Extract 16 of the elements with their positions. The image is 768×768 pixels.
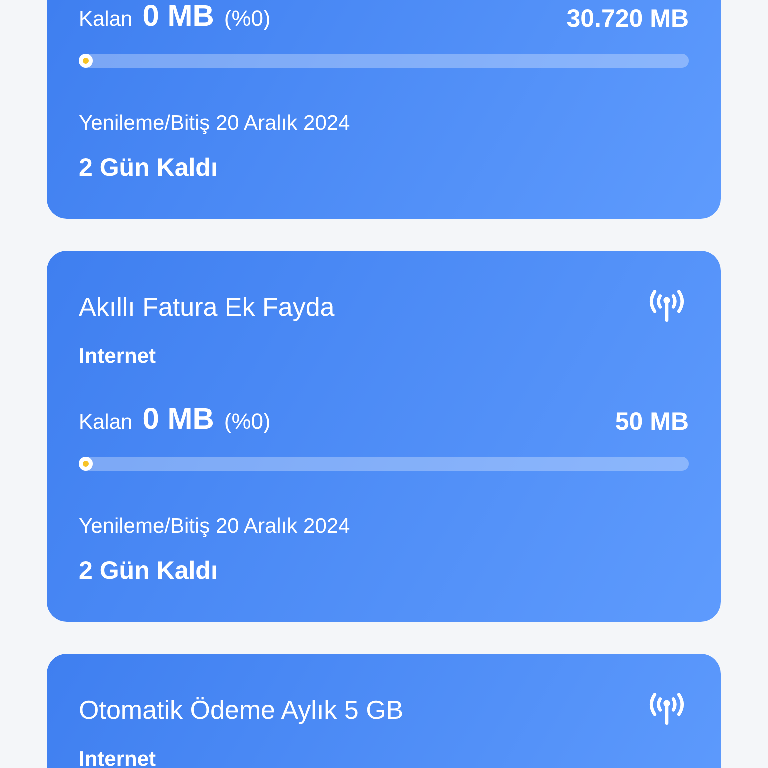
remaining-label: Kalan bbox=[79, 8, 133, 32]
package-type: Internet bbox=[79, 345, 156, 369]
remaining-percent: (%0) bbox=[224, 6, 271, 32]
remaining-percent: (%0) bbox=[224, 409, 271, 435]
package-type: Internet bbox=[79, 748, 156, 768]
days-left: 2 Gün Kaldı bbox=[79, 557, 218, 586]
remaining-label: Kalan bbox=[79, 411, 133, 435]
days-left: 2 Gün Kaldı bbox=[79, 154, 218, 183]
renewal-date: Yenileme/Bitiş 20 Aralık 2024 bbox=[79, 112, 350, 136]
total-amount: 50 MB bbox=[615, 408, 689, 437]
renewal-date: Yenileme/Bitiş 20 Aralık 2024 bbox=[79, 515, 350, 539]
total-amount: 30.720 MB bbox=[566, 5, 689, 34]
package-title: Akıllı Fatura Ek Fayda bbox=[79, 291, 335, 323]
package-title: Otomatik Ödeme Aylık 5 GB bbox=[79, 694, 404, 726]
remaining-amount: 0 MB bbox=[142, 0, 214, 34]
remaining-amount: 0 MB bbox=[142, 403, 214, 437]
